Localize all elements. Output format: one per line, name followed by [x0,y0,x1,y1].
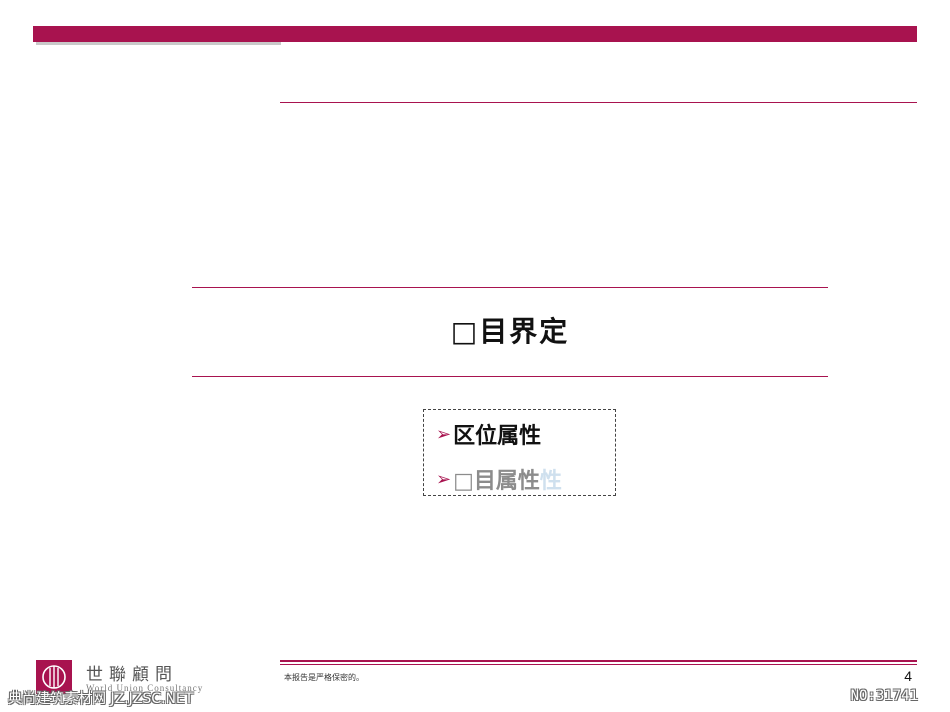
watermark-site: 典尚建筑素材网 JZ.JZSC.NET [8,691,194,707]
header-rule [280,102,917,103]
page-number: 4 [904,668,912,684]
logo-name-cn: 世聯顧問 [86,665,178,685]
watermark-number: NO:31741 [850,688,918,704]
bullet-item-project: ➢ □目属性性 [436,463,562,495]
confidential-note: 本报告是严格保密的。 [284,673,364,682]
bullet-text: 区位属性 [453,424,542,449]
header-bar [33,26,917,42]
footer-rule [280,660,917,662]
footer-rule-thin [280,664,917,665]
bullet-ghost-text: 性 [539,469,562,494]
title-rule-bottom [192,376,828,377]
arrow-right-icon: ➢ [436,468,452,490]
section-title: □目界定 [450,315,570,348]
bullet-text: □目属性 [453,469,540,494]
arrow-right-icon: ➢ [436,423,452,445]
title-rule-top [192,287,828,288]
header-bar-shadow [36,42,281,45]
bullet-item-location: ➢ 区位属性 [436,418,541,450]
